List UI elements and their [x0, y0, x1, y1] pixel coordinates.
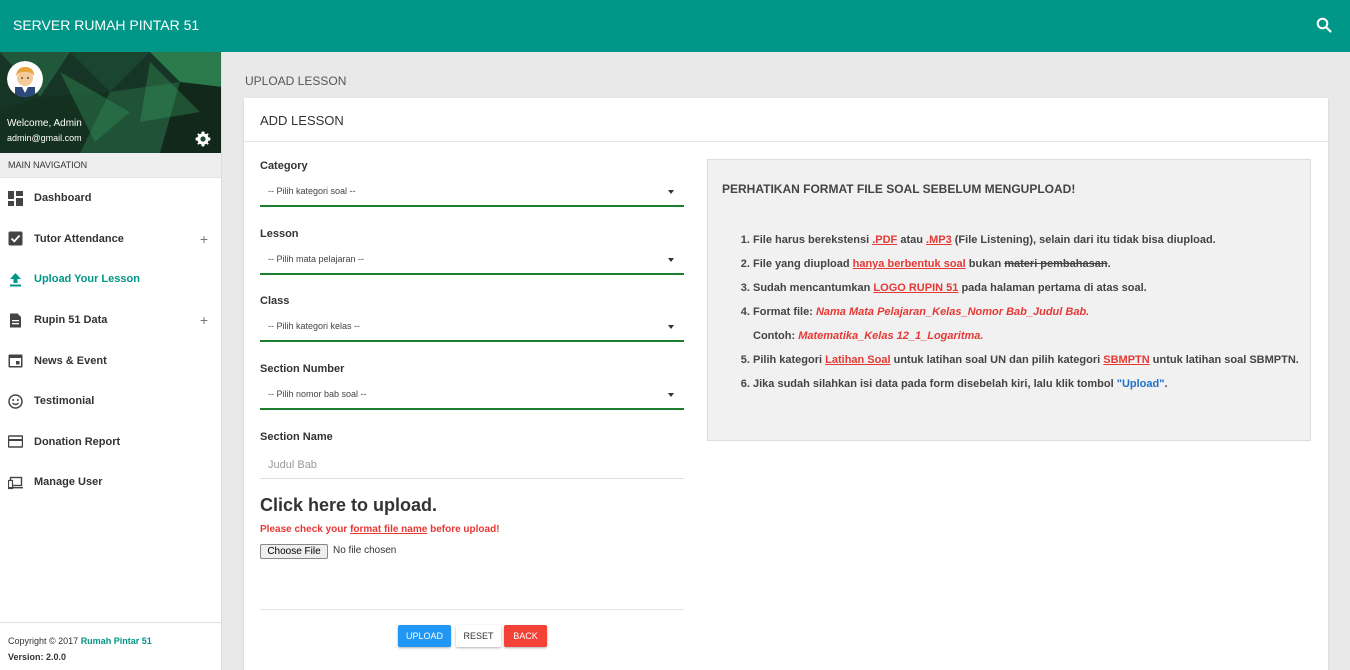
divider: [260, 609, 684, 610]
section-name-input[interactable]: Judul Bab: [260, 451, 684, 479]
lesson-select-value: -- Pilih mata pelajaran --: [268, 254, 365, 264]
sidebar-item-label: Dashboard: [34, 192, 92, 205]
sidebar-item-label: Rupin 51 Data: [34, 314, 108, 327]
sidebar-item-tutor-attendance[interactable]: Tutor Attendance +: [0, 219, 221, 260]
reset-button[interactable]: RESET: [456, 625, 501, 647]
card-title: ADD LESSON: [244, 98, 1328, 142]
lesson-select[interactable]: -- Pilih mata pelajaran --: [260, 245, 684, 275]
expand-icon[interactable]: +: [200, 312, 208, 328]
class-select-value: -- Pilih kategori kelas --: [268, 321, 361, 331]
back-button[interactable]: BACK: [504, 625, 547, 647]
sidebar-item-upload-lesson[interactable]: Upload Your Lesson: [0, 259, 221, 300]
sidebar-item-rupin-data[interactable]: Rupin 51 Data +: [0, 300, 221, 341]
search-icon[interactable]: [1316, 17, 1332, 33]
expand-icon[interactable]: +: [200, 231, 208, 247]
category-select[interactable]: -- Pilih kategori soal --: [260, 177, 684, 207]
gear-icon[interactable]: [195, 131, 211, 147]
notice-item: Jika sudah silahkan isi data pada form d…: [753, 372, 1300, 396]
dashboard-icon: [8, 190, 23, 206]
sidebar-item-manage-user[interactable]: Manage User: [0, 462, 221, 503]
lesson-label: Lesson: [260, 228, 299, 240]
copyright: Copyright © 2017 Rumah Pintar 51: [8, 636, 152, 646]
footer-brand-link[interactable]: Rumah Pintar 51: [81, 636, 152, 646]
file-status: No file chosen: [333, 545, 397, 556]
sidebar-item-label: Testimonial: [34, 395, 95, 408]
smiley-icon: [8, 394, 23, 409]
sidebar: Welcome, Admin admin@gmail.com MAIN NAVI…: [0, 52, 222, 670]
chevron-down-icon: [668, 325, 674, 329]
sidebar-item-label: Upload Your Lesson: [34, 273, 140, 286]
upload-warning: Please check your format file name befor…: [260, 524, 500, 535]
avatar[interactable]: [7, 61, 43, 97]
sidebar-footer: Copyright © 2017 Rumah Pintar 51 Version…: [0, 622, 221, 670]
nav-header: MAIN NAVIGATION: [0, 153, 221, 178]
section-number-select[interactable]: -- Pilih nomor bab soal --: [260, 380, 684, 410]
app-title[interactable]: SERVER RUMAH PINTAR 51: [13, 17, 199, 33]
class-select[interactable]: -- Pilih kategori kelas --: [260, 312, 684, 342]
sidebar-item-dashboard[interactable]: Dashboard: [0, 178, 221, 219]
notice-title: PERHATIKAN FORMAT FILE SOAL SEBELUM MENG…: [722, 182, 1076, 196]
document-icon: [10, 313, 21, 328]
top-bar: SERVER RUMAH PINTAR 51: [0, 0, 1350, 52]
user-email: admin@gmail.com: [7, 133, 82, 143]
chevron-down-icon: [668, 393, 674, 397]
section-name-placeholder: Judul Bab: [268, 459, 317, 471]
sidebar-item-label: News & Event: [34, 354, 107, 367]
class-label: Class: [260, 295, 290, 307]
sidebar-item-label: Tutor Attendance: [34, 232, 124, 245]
category-label: Category: [260, 160, 308, 172]
version: Version: 2.0.0: [8, 652, 67, 662]
checkbox-icon: [8, 231, 23, 246]
upload-icon: [10, 272, 21, 287]
category-select-value: -- Pilih kategori soal --: [268, 186, 356, 196]
sidebar-item-testimonial[interactable]: Testimonial: [0, 381, 221, 422]
notice-item: Sudah mencantumkan LOGO RUPIN 51 pada ha…: [753, 276, 1300, 300]
notice-item: File harus berekstensi .PDF atau .MP3 (F…: [753, 228, 1300, 252]
notice-list: File harus berekstensi .PDF atau .MP3 (F…: [740, 228, 1300, 396]
upload-notice-panel: PERHATIKAN FORMAT FILE SOAL SEBELUM MENG…: [707, 159, 1311, 441]
chevron-down-icon: [668, 258, 674, 262]
sidebar-item-label: Manage User: [34, 476, 103, 489]
notice-item: File yang diupload hanya berbentuk soal …: [753, 252, 1300, 276]
section-number-label: Section Number: [260, 363, 345, 375]
devices-icon: [8, 476, 23, 490]
upload-title[interactable]: Click here to upload.: [260, 495, 437, 516]
add-lesson-card: ADD LESSON Category -- Pilih kategori so…: [244, 98, 1328, 670]
user-info-panel: Welcome, Admin admin@gmail.com: [0, 52, 221, 153]
card-icon: [8, 435, 23, 449]
choose-file-button[interactable]: Choose File: [260, 544, 328, 559]
sidebar-item-news-event[interactable]: News & Event: [0, 340, 221, 381]
sidebar-item-label: Donation Report: [34, 435, 121, 448]
calendar-icon: [8, 354, 23, 368]
upload-button[interactable]: UPLOAD: [398, 625, 451, 647]
chevron-down-icon: [668, 190, 674, 194]
section-name-label: Section Name: [260, 431, 333, 443]
format-file-name-link[interactable]: format file name: [350, 524, 427, 535]
page-title: UPLOAD LESSON: [245, 74, 347, 88]
notice-item: Pilih kategori Latihan Soal untuk latiha…: [753, 348, 1300, 372]
section-number-select-value: -- Pilih nomor bab soal --: [268, 389, 367, 399]
sidebar-item-donation-report[interactable]: Donation Report: [0, 422, 221, 463]
welcome-text: Welcome, Admin: [7, 118, 82, 129]
notice-item: Format file: Nama Mata Pelajaran_Kelas_N…: [753, 300, 1300, 348]
